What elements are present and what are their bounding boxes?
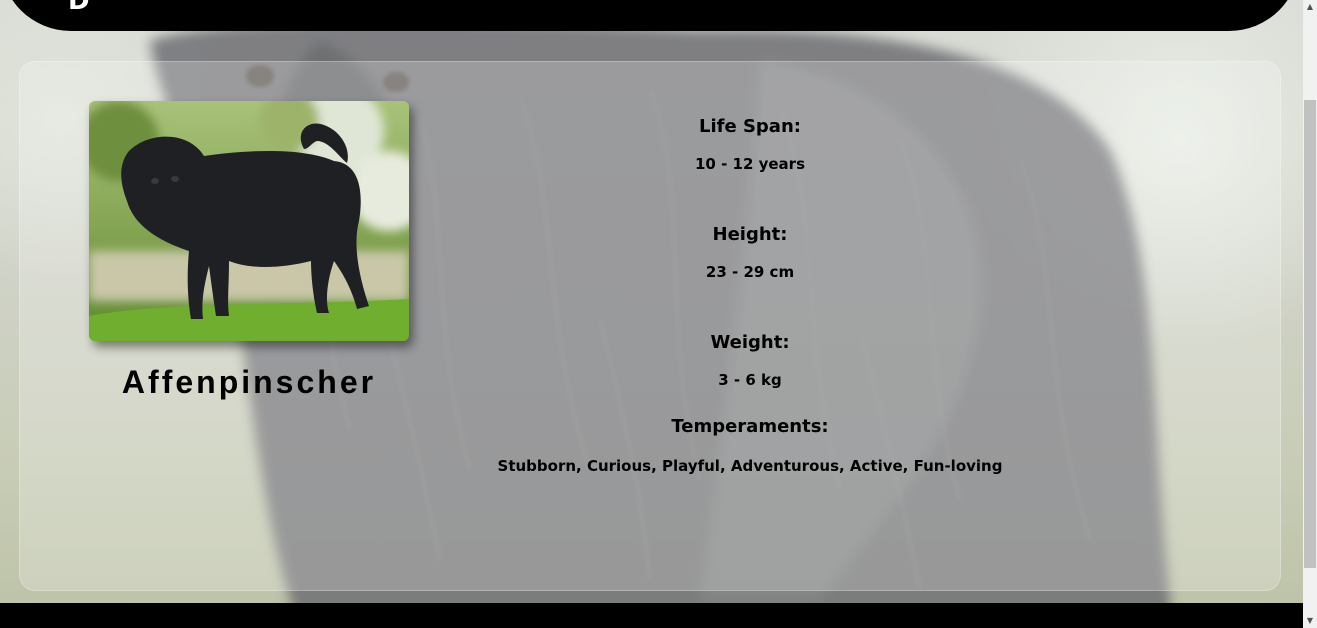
life-span-value: 10 - 12 years [694, 155, 806, 173]
header-logo[interactable]: D [68, 0, 90, 16]
breed-name-heading: Affenpinscher [121, 364, 377, 400]
scroll-down-arrow-icon[interactable]: ▼ [1303, 614, 1317, 628]
footer-bar [0, 603, 1303, 628]
weight-value: 3 - 6 kg [718, 371, 782, 389]
affenpinscher-image [89, 101, 409, 341]
life-span-label: Life Span: [699, 116, 801, 137]
scrollbar-thumb[interactable] [1304, 100, 1316, 568]
top-header-banner [0, 0, 1300, 31]
temperaments-value: Stubborn, Curious, Playful, Adventurous,… [497, 457, 1003, 475]
weight-label: Weight: [710, 332, 790, 353]
temperaments-label: Temperaments: [671, 416, 829, 437]
height-label: Height: [712, 224, 788, 245]
scroll-up-arrow-icon[interactable]: ▲ [1303, 0, 1317, 14]
height-value: 23 - 29 cm [705, 263, 795, 281]
breed-photo [89, 101, 409, 341]
